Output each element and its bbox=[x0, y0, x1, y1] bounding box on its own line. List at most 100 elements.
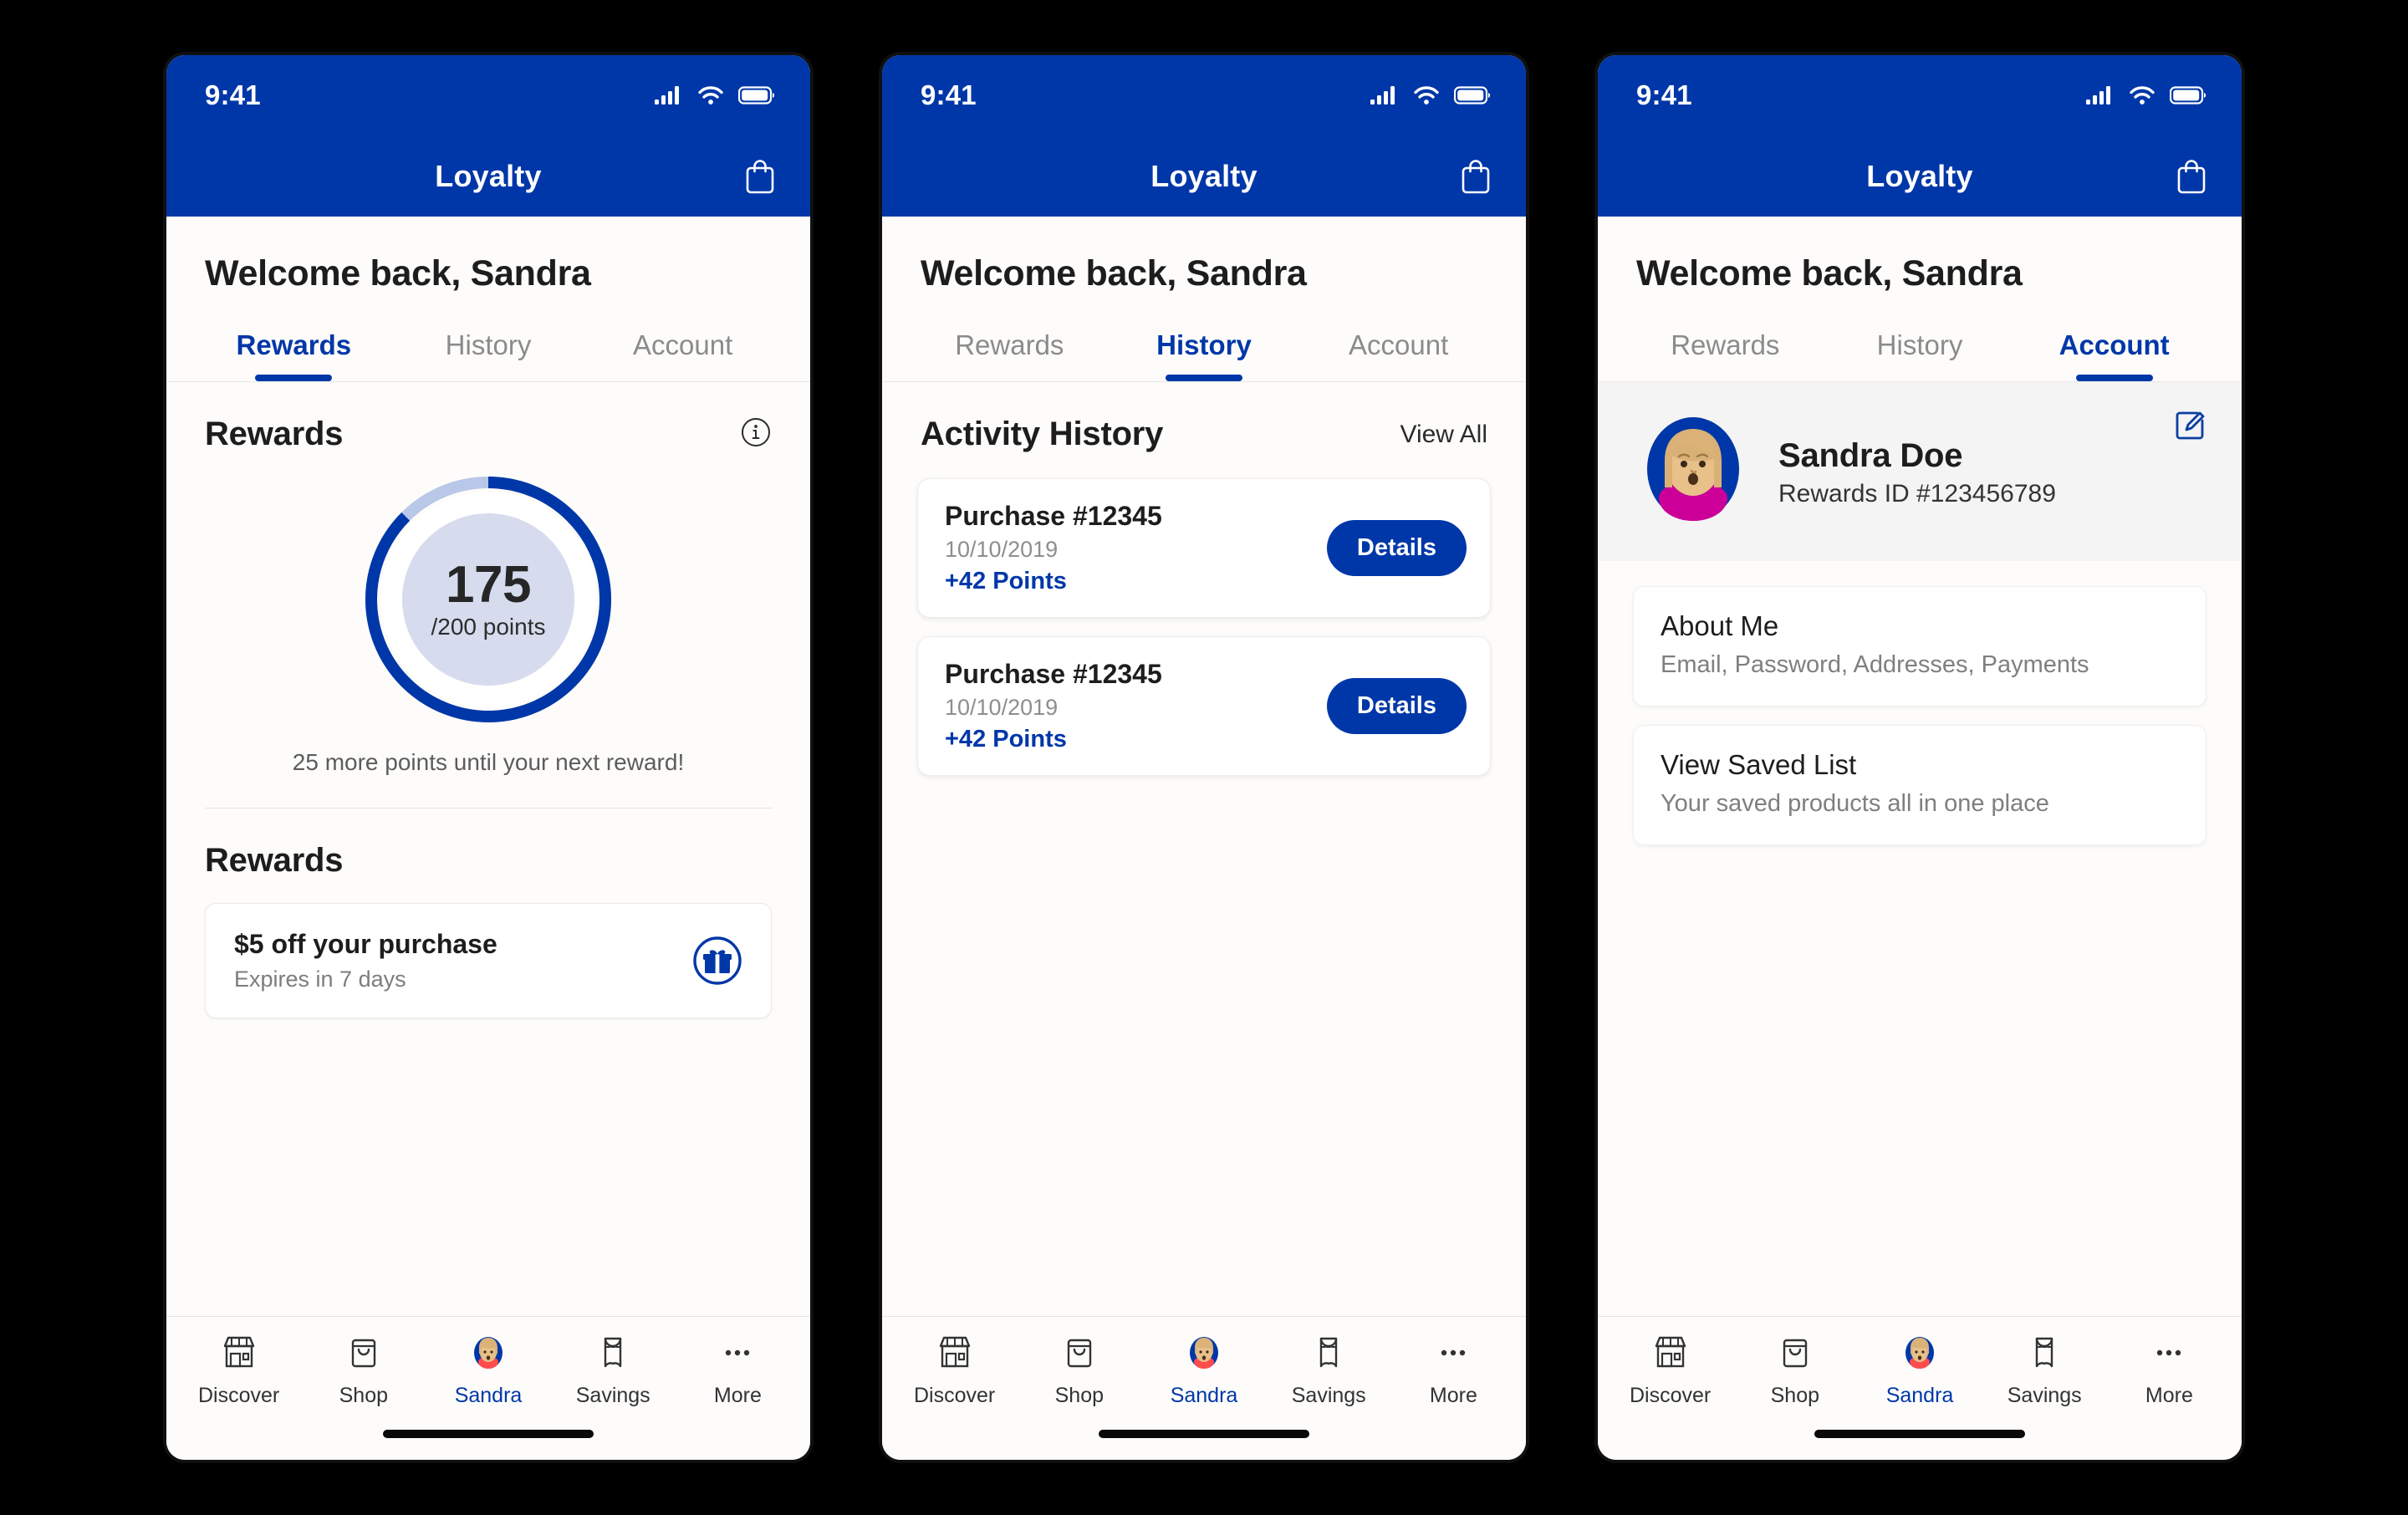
points-hint: 25 more points until your next reward! bbox=[292, 749, 685, 775]
tabbar-item-sandra[interactable]: Sandra bbox=[426, 1330, 550, 1408]
reward-card-text: $5 off your purchase Expires in 7 days bbox=[234, 929, 497, 992]
tabbar-item-more[interactable]: More bbox=[2107, 1330, 2232, 1408]
tab-history[interactable]: History bbox=[1823, 329, 2018, 381]
tabbar-item-shop[interactable]: Shop bbox=[301, 1330, 426, 1408]
ellipsis-icon bbox=[1432, 1330, 1474, 1375]
edit-profile-button[interactable] bbox=[2170, 406, 2210, 446]
phone-history: 9:41 Loyalty Welcome back, Sandra Reward… bbox=[882, 55, 1526, 1460]
nav-bar: Loyalty bbox=[882, 135, 1526, 217]
battery-icon bbox=[1454, 86, 1491, 105]
status-bar: 9:41 bbox=[166, 55, 810, 135]
tabbar-item-shop[interactable]: Shop bbox=[1017, 1330, 1141, 1408]
rewards-list-title: Rewards bbox=[205, 842, 344, 879]
tabbar-label-sandra: Sandra bbox=[1885, 1384, 1954, 1407]
tabbar-label-shop: Shop bbox=[1054, 1384, 1104, 1407]
tabbar-item-more[interactable]: More bbox=[1391, 1330, 1516, 1408]
page-title: Loyalty bbox=[1150, 158, 1258, 193]
account-option-about-me[interactable]: About Me Email, Password, Addresses, Pay… bbox=[1633, 586, 2206, 706]
account-option-saved-list[interactable]: View Saved List Your saved products all … bbox=[1633, 725, 2206, 845]
tab-history[interactable]: History bbox=[1107, 329, 1302, 381]
tabbar-label-more: More bbox=[713, 1384, 762, 1407]
wifi-icon bbox=[698, 86, 723, 105]
welcome-heading: Welcome back, Sandra bbox=[921, 253, 1307, 293]
account-option-subtitle: Your saved products all in one place bbox=[1661, 790, 2049, 817]
tab-rewards[interactable]: Rewards bbox=[196, 329, 391, 381]
shopping-bag-button[interactable] bbox=[737, 153, 783, 200]
tabbar-item-discover[interactable]: Discover bbox=[176, 1330, 301, 1408]
phone-account: 9:41 Loyalty Welcome back, Sandra Reward… bbox=[1598, 55, 2242, 1460]
tabbar-label-more: More bbox=[2145, 1384, 2193, 1407]
coupon-icon bbox=[592, 1330, 634, 1375]
details-button[interactable]: Details bbox=[1326, 520, 1467, 576]
tabbar-label-sandra: Sandra bbox=[1170, 1384, 1238, 1407]
activity-section-header: Activity History View All bbox=[882, 382, 1526, 453]
nav-bar: Loyalty bbox=[166, 135, 810, 217]
profile-rewards-id: Rewards ID #123456789 bbox=[1778, 479, 2056, 508]
activity-row-text: Purchase #12345 10/10/2019 +42 Points bbox=[945, 501, 1162, 595]
home-indicator-area bbox=[882, 1408, 1526, 1460]
store-icon bbox=[218, 1330, 260, 1375]
nav-bar: Loyalty bbox=[1598, 135, 2242, 217]
bottom-tab-bar: Discover Shop Sandra Savings More bbox=[882, 1316, 1526, 1408]
rewards-list-header: Rewards bbox=[166, 809, 810, 880]
tabbar-item-savings[interactable]: Savings bbox=[551, 1330, 676, 1408]
activity-row[interactable]: Purchase #12345 10/10/2019 +42 Points De… bbox=[917, 478, 1491, 618]
tab-rewards[interactable]: Rewards bbox=[1628, 329, 1823, 381]
profile-info: Sandra Doe Rewards ID #123456789 bbox=[1778, 431, 2056, 508]
tabbar-item-discover[interactable]: Discover bbox=[1608, 1330, 1732, 1408]
tab-account[interactable]: Account bbox=[1301, 329, 1496, 381]
status-time: 9:41 bbox=[1636, 79, 1692, 110]
home-indicator[interactable] bbox=[1099, 1430, 1309, 1438]
shopping-bag-button[interactable] bbox=[1452, 153, 1499, 200]
ellipsis-icon bbox=[717, 1330, 758, 1375]
account-option-subtitle: Email, Password, Addresses, Payments bbox=[1661, 651, 2089, 678]
tab-account[interactable]: Account bbox=[2017, 329, 2212, 381]
account-option-title: About Me bbox=[1661, 610, 1779, 641]
tabbar-label-discover: Discover bbox=[197, 1384, 280, 1407]
rewards-section-header: Rewards bbox=[166, 382, 810, 453]
tabbar-item-sandra[interactable]: Sandra bbox=[1141, 1330, 1266, 1408]
coupon-icon bbox=[1308, 1330, 1349, 1375]
shopping-bag-icon bbox=[2177, 159, 2206, 193]
status-time: 9:41 bbox=[205, 79, 261, 110]
tab-account[interactable]: Account bbox=[585, 329, 780, 381]
shopping-bag-button[interactable] bbox=[2168, 153, 2215, 200]
view-all-link[interactable]: View All bbox=[1400, 421, 1487, 449]
reward-card[interactable]: $5 off your purchase Expires in 7 days bbox=[205, 903, 772, 1018]
phone-rewards: 9:41 Loyalty Welcome back, Sandra Reward… bbox=[166, 55, 810, 1460]
activity-row[interactable]: Purchase #12345 10/10/2019 +42 Points De… bbox=[917, 636, 1491, 776]
activity-points: +42 Points bbox=[945, 568, 1067, 594]
status-icons bbox=[655, 85, 775, 105]
tabbar-item-discover[interactable]: Discover bbox=[892, 1330, 1017, 1408]
user-avatar-icon bbox=[1899, 1330, 1941, 1375]
tabbar-label-savings: Savings bbox=[1291, 1384, 1366, 1407]
activity-list: Purchase #12345 10/10/2019 +42 Points De… bbox=[882, 453, 1526, 776]
info-button[interactable] bbox=[740, 416, 772, 452]
screen-body-account: Welcome back, Sandra Rewards History Acc… bbox=[1598, 217, 2242, 1316]
home-indicator[interactable] bbox=[383, 1430, 594, 1438]
coupon-icon bbox=[2023, 1330, 2065, 1375]
home-indicator[interactable] bbox=[1814, 1430, 2025, 1438]
wifi-icon bbox=[1414, 86, 1439, 105]
activity-title: Purchase #12345 bbox=[945, 659, 1162, 689]
tabbar-item-savings[interactable]: Savings bbox=[1982, 1330, 2107, 1408]
details-button[interactable]: Details bbox=[1326, 678, 1467, 734]
tabbar-item-more[interactable]: More bbox=[676, 1330, 800, 1408]
segment-tabs: Rewards History Account bbox=[882, 294, 1526, 381]
progress-ring-svg bbox=[365, 477, 611, 722]
tab-rewards[interactable]: Rewards bbox=[912, 329, 1107, 381]
tabbar-label-shop: Shop bbox=[339, 1384, 388, 1407]
tabbar-label-savings: Savings bbox=[575, 1384, 650, 1407]
flex-spacer bbox=[1598, 845, 2242, 1316]
tabbar-item-shop[interactable]: Shop bbox=[1732, 1330, 1857, 1408]
tabbar-item-sandra[interactable]: Sandra bbox=[1857, 1330, 1982, 1408]
user-avatar-icon bbox=[467, 1330, 509, 1375]
tab-history[interactable]: History bbox=[391, 329, 586, 381]
store-icon bbox=[1650, 1330, 1691, 1375]
cellular-signal-icon bbox=[1370, 86, 1395, 105]
tabbar-label-savings: Savings bbox=[2007, 1384, 2082, 1407]
status-icons bbox=[1370, 85, 1491, 105]
account-options-list: About Me Email, Password, Addresses, Pay… bbox=[1598, 561, 2242, 845]
edit-icon bbox=[2176, 411, 2205, 440]
tabbar-item-savings[interactable]: Savings bbox=[1267, 1330, 1391, 1408]
